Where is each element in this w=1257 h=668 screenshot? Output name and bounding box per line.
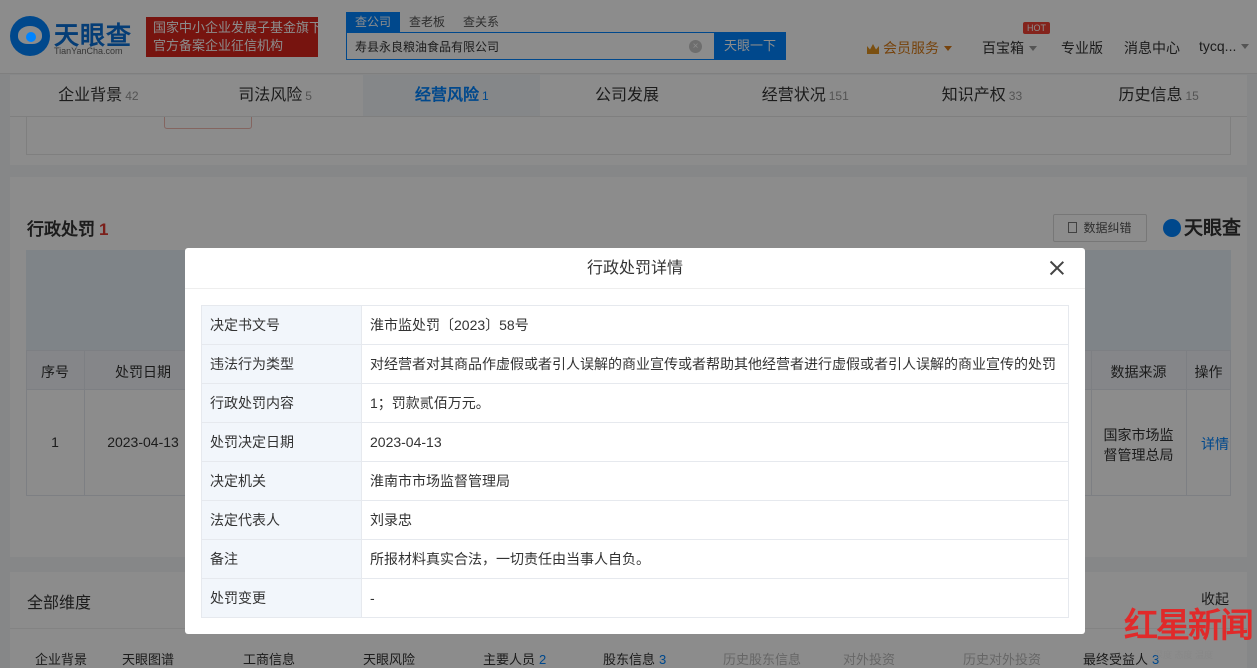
news-watermark: 红星新闻 [1124, 606, 1254, 646]
detail-value: 淮南市市场监督管理局 [361, 461, 1069, 501]
detail-key: 处罚变更 [201, 578, 362, 618]
detail-row: 决定机关 淮南市市场监督管理局 [201, 461, 1069, 501]
detail-row: 违法行为类型 对经营者对其商品作虚假或者引人误解的商业宣传或者帮助其他经营者进行虚… [201, 344, 1069, 384]
detail-value: 所报材料真实合法，一切责任由当事人自负。 [361, 539, 1069, 579]
detail-key: 违法行为类型 [201, 344, 362, 384]
detail-key: 处罚决定日期 [201, 422, 362, 462]
detail-key: 法定代表人 [201, 500, 362, 540]
detail-value: - [361, 578, 1069, 618]
detail-value: 对经营者对其商品作虚假或者引人误解的商业宣传或者帮助其他经营者进行虚假或者引人误… [361, 344, 1069, 384]
detail-key: 行政处罚内容 [201, 383, 362, 423]
detail-row: 处罚变更 - [201, 578, 1069, 618]
detail-row: 备注 所报材料真实合法，一切责任由当事人自负。 [201, 539, 1069, 579]
detail-value: 1；罚款贰佰万元。 [361, 383, 1069, 423]
detail-key: 决定机关 [201, 461, 362, 501]
penalty-detail-table: 决定书文号 淮市监处罚〔2023〕58号 违法行为类型 对经营者对其商品作虚假或者引… [201, 305, 1069, 618]
detail-key: 备注 [201, 539, 362, 579]
modal-title: 行政处罚详情 [185, 248, 1085, 289]
detail-row: 处罚决定日期 2023-04-13 [201, 422, 1069, 462]
close-icon[interactable] [1049, 260, 1065, 276]
detail-row: 行政处罚内容 1；罚款贰佰万元。 [201, 383, 1069, 423]
detail-value: 淮市监处罚〔2023〕58号 [361, 305, 1069, 345]
detail-value: 2023-04-13 [361, 422, 1069, 462]
detail-key: 决定书文号 [201, 305, 362, 345]
detail-row: 决定书文号 淮市监处罚〔2023〕58号 [201, 305, 1069, 345]
news-watermark-sub: 深度 态度 温度 [1154, 650, 1214, 660]
detail-value: 刘录忠 [361, 500, 1069, 540]
detail-row: 法定代表人 刘录忠 [201, 500, 1069, 540]
penalty-detail-modal: 行政处罚详情 决定书文号 淮市监处罚〔2023〕58号 违法行为类型 对经营者对其商… [185, 248, 1085, 634]
